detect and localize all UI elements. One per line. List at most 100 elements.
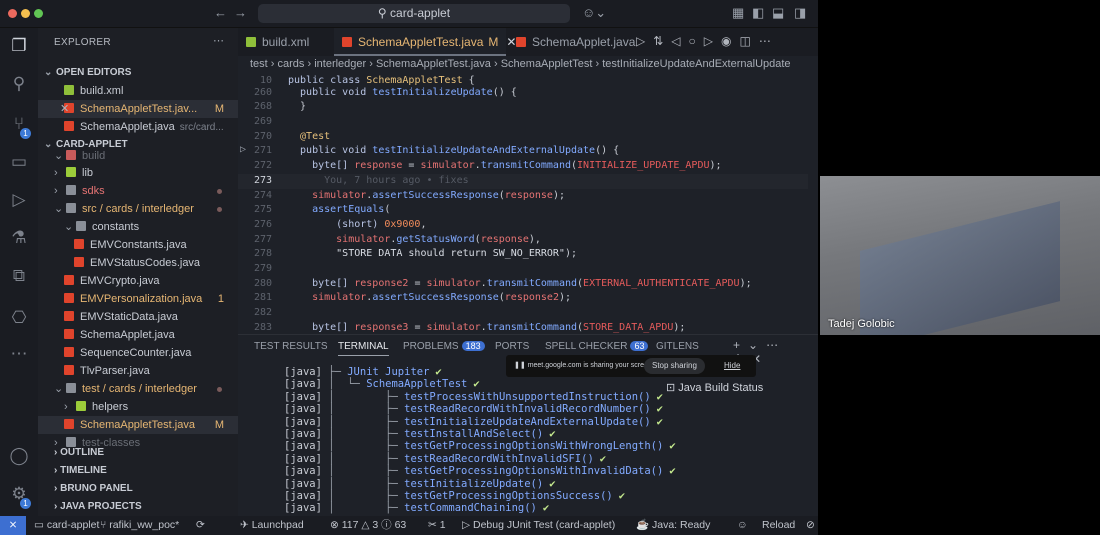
status-problems[interactable]: ⊗ 117 △ 3 ⓘ 63	[330, 516, 406, 535]
code-line[interactable]: 280 byte[] response2 = simulator.transmi…	[238, 277, 808, 292]
breadcrumb-item[interactable]: test	[250, 58, 268, 70]
explorer-icon[interactable]: ❐	[8, 36, 30, 58]
remote-indicator-icon[interactable]: ⨯	[0, 516, 26, 535]
close-editor-icon[interactable]: ✕	[60, 100, 69, 118]
account-icon[interactable]: ◯	[8, 446, 30, 468]
section-header[interactable]: ⌄ OPEN EDITORS	[38, 64, 238, 82]
prev-change-icon[interactable]: ◁	[671, 34, 688, 48]
new-terminal-icon[interactable]: +⌄	[733, 338, 766, 352]
more-icon[interactable]: ⋯	[766, 338, 786, 352]
breadcrumb-item[interactable]: cards	[278, 58, 305, 70]
copilot-icon[interactable]: ☺⌄	[582, 5, 606, 21]
back-arrow-icon[interactable]: ←	[214, 5, 227, 20]
status-branch[interactable]: ⑂ rafiki_ww_poc*	[100, 516, 179, 535]
section-bruno-panel[interactable]: › BRUNO PANEL	[38, 480, 238, 498]
status-reload[interactable]: Reload	[762, 516, 795, 535]
code-line[interactable]: 269	[238, 115, 808, 130]
remote-explorer-icon[interactable]: ▭	[8, 152, 30, 174]
code-line[interactable]: 270 @Test	[238, 130, 808, 145]
search-icon[interactable]: ⚲	[8, 74, 30, 96]
testing-flask-icon[interactable]: ⚗	[8, 228, 30, 250]
panel-tab-ports[interactable]: PORTS	[495, 341, 529, 352]
participant-video-tile[interactable]: Tadej Golobic	[820, 176, 1100, 335]
panel-tab-terminal[interactable]: TERMINAL	[338, 341, 389, 356]
tree-item[interactable]: SchemaApplet.java src/card...	[38, 118, 238, 136]
tree-item[interactable]: › sdks	[38, 182, 238, 200]
customize-layout-icon[interactable]: ▦	[732, 5, 744, 21]
code-line[interactable]: 275 assertEquals(	[238, 203, 808, 218]
code-line[interactable]: 272 byte[] response = simulator.transmit…	[238, 159, 808, 174]
notifications-icon[interactable]: ⊘	[806, 516, 815, 535]
panel-tab-spell-checker[interactable]: SPELL CHECKER 63	[545, 341, 649, 352]
code-line[interactable]: 260 public void testInitializeUpdate() {	[238, 86, 808, 101]
tree-item[interactable]: ⌄ build	[38, 147, 238, 165]
timeline-icon[interactable]: ○	[689, 34, 704, 48]
forward-arrow-icon[interactable]: →	[234, 5, 247, 20]
tree-item[interactable]: EMVStaticData.java	[38, 308, 238, 326]
tree-item[interactable]: SchemaAppletTest.java M	[38, 416, 238, 434]
extensions-icon[interactable]: ⧉	[8, 266, 30, 288]
status-debug[interactable]: ▷ Debug JUnit Test (card-applet)	[462, 516, 615, 535]
sync-icon[interactable]: ⟳	[196, 516, 205, 535]
code-line[interactable]: 277 simulator.getStatusWord(response),	[238, 233, 808, 248]
status-java[interactable]: ☕ Java: Ready	[636, 516, 710, 535]
compare-icon[interactable]: ⇅	[653, 34, 671, 48]
toggle-sidebar-icon[interactable]: ◧	[752, 5, 764, 21]
more-icon[interactable]: ⋯	[8, 344, 30, 366]
tree-item[interactable]: EMVCrypto.java	[38, 272, 238, 290]
tab-schemaapplet-java[interactable]: SchemaApplet.java	[508, 28, 643, 56]
code-line[interactable]: 283 byte[] response3 = simulator.transmi…	[238, 321, 808, 334]
breadcrumb-item[interactable]: SchemaAppletTest.java	[376, 58, 491, 70]
minimize-window-button[interactable]	[21, 9, 30, 18]
status-ports[interactable]: ✂ 1	[428, 516, 446, 535]
tree-item[interactable]: EMVStatusCodes.java	[38, 254, 238, 272]
stop-sharing-button[interactable]: Stop sharing	[644, 358, 705, 374]
tab-schemaapplettest-java[interactable]: SchemaAppletTest.java M ✕	[334, 28, 516, 56]
code-line[interactable]: 273 You, 7 hours ago • fixes	[238, 174, 808, 189]
split-editor-icon[interactable]: ◫	[740, 34, 759, 48]
code-line[interactable]: 274 simulator.assertSuccessResponse(resp…	[238, 189, 808, 204]
tree-item[interactable]: SequenceCounter.java	[38, 344, 238, 362]
run-debug-icon[interactable]: ▷	[8, 190, 30, 212]
section-java-projects[interactable]: › JAVA PROJECTS	[38, 498, 238, 516]
tree-item[interactable]: ⌄ test / cards / interledger	[38, 380, 238, 398]
code-editor[interactable]: 10 public class SchemaAppletTest {260 pub…	[238, 72, 818, 334]
run-test-icon[interactable]: ▷	[240, 144, 246, 155]
code-line[interactable]: 281 simulator.assertSuccessResponse(resp…	[238, 291, 808, 306]
command-center-search[interactable]: ⚲ card-applet	[258, 4, 570, 23]
copilot-status-icon[interactable]: ☺	[737, 516, 748, 535]
tree-item[interactable]: ⌄ constants	[38, 218, 238, 236]
tree-item[interactable]: EMVConstants.java	[38, 236, 238, 254]
more-actions-icon[interactable]: ⋯	[213, 34, 224, 47]
breadcrumb-item[interactable]: interledger	[314, 58, 366, 70]
code-line[interactable]: 279	[238, 262, 808, 277]
tree-item[interactable]: SchemaApplet.java	[38, 326, 238, 344]
breadcrumb-item[interactable]: SchemaAppletTest	[501, 58, 593, 70]
code-line[interactable]: 276 (short) 0x9000,	[238, 218, 808, 233]
tree-item[interactable]: EMVPersonalization.java 1	[38, 290, 238, 308]
section-timeline[interactable]: › TIMELINE	[38, 462, 238, 480]
tree-item[interactable]: build.xml	[38, 82, 238, 100]
run-icon[interactable]: ▷	[636, 34, 653, 48]
panel-tab-test-results[interactable]: TEST RESULTS	[254, 341, 328, 352]
panel-tab-problems[interactable]: PROBLEMS 183	[403, 341, 485, 352]
tab-build-xml[interactable]: build.xml	[238, 28, 317, 56]
code-line[interactable]: 282	[238, 306, 808, 321]
tree-item[interactable]: › lib	[38, 164, 238, 182]
section-outline[interactable]: › OUTLINE	[38, 444, 238, 462]
tree-item[interactable]: › helpers	[38, 398, 238, 416]
code-line[interactable]: 278 "STORE DATA should return SW_NO_ERRO…	[238, 247, 808, 262]
maximize-window-button[interactable]	[34, 9, 43, 18]
code-line[interactable]: 271 public void testInitializeUpdateAndE…	[238, 144, 808, 159]
status-launchpad[interactable]: ✈ Launchpad	[240, 516, 304, 535]
java-build-status-terminal[interactable]: ⊡ Java Build Status	[666, 381, 763, 394]
bookmark-icon[interactable]: ⎔	[8, 308, 30, 330]
status-folder[interactable]: ▭ card-applet	[34, 516, 99, 535]
tree-item[interactable]: TlvParser.java	[38, 362, 238, 380]
toggle-panel-icon[interactable]: ⬓	[772, 5, 784, 21]
tree-item[interactable]: ⌄ src / cards / interledger	[38, 200, 238, 218]
more-icon[interactable]: ⋯	[759, 34, 779, 48]
debug-icon[interactable]: ◉	[721, 34, 739, 48]
tree-item[interactable]: ✕ SchemaAppletTest.jav... M	[38, 100, 238, 118]
breadcrumb-item[interactable]: testInitializeUpdateAndExternalUpdate	[602, 58, 790, 70]
